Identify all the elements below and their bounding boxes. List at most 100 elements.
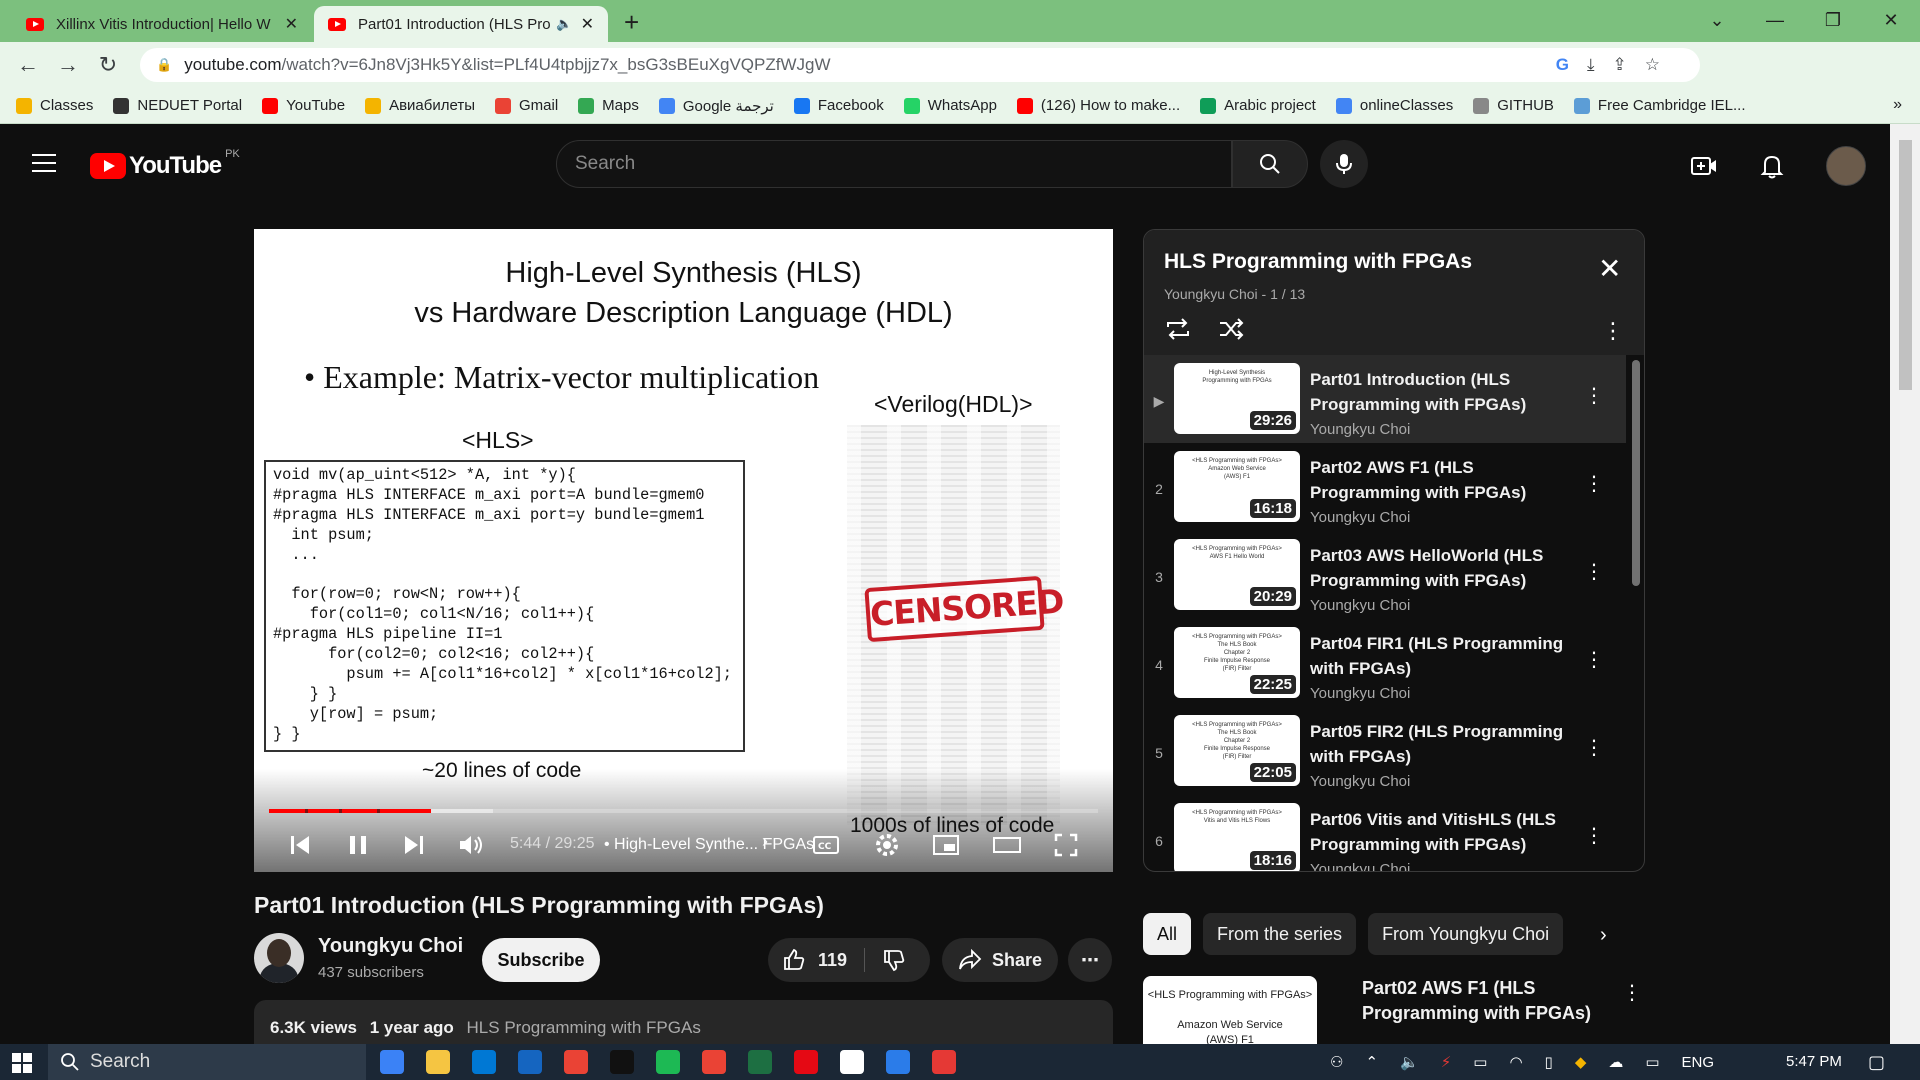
playlist-item-title[interactable]: Part06 Vitis and VitisHLS (HLS Programmi…	[1310, 807, 1570, 857]
bookmark-item[interactable]: Авиабилеты	[365, 97, 475, 114]
bookmark-item[interactable]: onlineClasses	[1335, 97, 1453, 114]
more-actions-button[interactable]: ⋯	[1068, 938, 1112, 982]
share-button[interactable]: Share	[942, 938, 1058, 982]
playlist-item[interactable]: 5 <HLS Programming with FPGAs> The HLS Bo…	[1144, 707, 1626, 795]
filter-chip[interactable]: From Youngkyu Choi	[1368, 913, 1564, 955]
taskbar-app-icon[interactable]	[426, 1050, 450, 1074]
app-tray-icon[interactable]: ⚡	[1441, 1053, 1452, 1071]
playlist-item-thumbnail[interactable]: High-Level Synthesis Programming with FP…	[1174, 363, 1300, 434]
like-count[interactable]: 119	[818, 950, 847, 971]
windows-start-icon[interactable]	[12, 1053, 32, 1073]
fullscreen-icon[interactable]	[1054, 833, 1078, 857]
volume-icon[interactable]	[458, 833, 484, 857]
playlist-item-menu-icon[interactable]: ⋮	[1584, 559, 1604, 584]
chips-next-icon[interactable]: ›	[1600, 924, 1607, 947]
page-scrollbar[interactable]	[1890, 124, 1920, 1044]
clock[interactable]: 5:47 PM	[1786, 1053, 1842, 1070]
language-indicator[interactable]: ENG	[1682, 1054, 1715, 1071]
minimize-button[interactable]: —	[1746, 10, 1804, 31]
subscribe-button[interactable]: Subscribe	[482, 938, 600, 982]
reload-button[interactable]: ↻	[88, 52, 128, 78]
bookmark-item[interactable]: Gmail	[495, 97, 558, 114]
bookmark-item[interactable]: Facebook	[793, 97, 884, 114]
taskbar-app-icon[interactable]	[702, 1050, 726, 1074]
recommended-title[interactable]: Part02 AWS F1 (HLS Programming with FPGA…	[1362, 976, 1602, 1026]
cloud-icon[interactable]: ☁	[1608, 1053, 1623, 1071]
tab-close-icon[interactable]: ✕	[581, 14, 594, 34]
close-playlist-icon[interactable]: ✕	[1598, 252, 1621, 285]
browser-tab-1[interactable]: Xillinx Vitis Introduction| Hello W ✕	[12, 6, 312, 42]
taskbar-app-icon[interactable]	[564, 1050, 588, 1074]
playlist-menu-icon[interactable]: ⋮	[1602, 318, 1624, 344]
taskbar-search-input[interactable]: Search	[48, 1044, 366, 1080]
like-icon[interactable]	[782, 948, 806, 972]
playlist-item-title[interactable]: Part03 AWS HelloWorld (HLS Programming w…	[1310, 543, 1570, 593]
wifi-icon[interactable]: ◠	[1509, 1053, 1522, 1071]
dislike-icon[interactable]	[882, 948, 906, 972]
chapter-chevron-icon[interactable]: ›	[762, 831, 768, 852]
playlist-item-thumbnail[interactable]: <HLS Programming with FPGAs> AWS F1 Hell…	[1174, 539, 1300, 610]
loop-icon[interactable]	[1164, 318, 1192, 340]
bookmarks-overflow-icon[interactable]: »	[1893, 96, 1902, 114]
display-icon[interactable]: ▭	[1645, 1053, 1659, 1071]
playlist-item-title[interactable]: Part02 AWS F1 (HLS Programming with FPGA…	[1310, 455, 1570, 505]
playlist-tag[interactable]: HLS Programming with FPGAs	[467, 1018, 701, 1037]
playlist-item-menu-icon[interactable]: ⋮	[1584, 823, 1604, 848]
taskbar-app-icon[interactable]	[656, 1050, 680, 1074]
bookmark-item[interactable]: Maps	[578, 97, 639, 114]
bookmark-item[interactable]: WhatsApp	[903, 97, 997, 114]
recommended-menu-icon[interactable]: ⋮	[1622, 980, 1642, 1005]
bookmark-item[interactable]: Arabic project	[1200, 97, 1316, 114]
playlist-item[interactable]: 4 <HLS Programming with FPGAs> The HLS Bo…	[1144, 619, 1626, 707]
address-bar[interactable]: 🔒 youtube.com/watch?v=6Jn8Vj3Hk5Y&list=P…	[140, 48, 1700, 82]
playlist-title[interactable]: HLS Programming with FPGAs	[1164, 250, 1472, 274]
channel-name[interactable]: Youngkyu Choi	[318, 935, 463, 958]
page-scroll-thumb[interactable]	[1899, 140, 1912, 390]
taskbar-app-icon[interactable]	[472, 1050, 496, 1074]
close-window-button[interactable]: ✕	[1862, 10, 1920, 31]
taskbar-app-icon[interactable]	[748, 1050, 772, 1074]
search-input[interactable]: Search	[556, 140, 1232, 188]
video-player[interactable]: High-Level Synthesis (HLS) vs Hardware D…	[254, 229, 1113, 872]
taskbar-app-icon[interactable]	[840, 1050, 864, 1074]
next-icon[interactable]	[402, 833, 426, 857]
miniplayer-icon[interactable]	[932, 833, 960, 857]
filter-chip[interactable]: All	[1143, 913, 1192, 955]
phone-link-icon[interactable]: ▯	[1545, 1053, 1553, 1071]
forward-button[interactable]: →	[48, 52, 88, 78]
youtube-logo[interactable]: YouTube PK	[90, 148, 240, 180]
google-lens-icon[interactable]: G	[1556, 55, 1569, 75]
taskbar-app-icon[interactable]	[380, 1050, 404, 1074]
bookmark-item[interactable]: Free Cambridge IEL...	[1573, 97, 1745, 114]
shuffle-icon[interactable]	[1218, 318, 1246, 340]
playlist-item-thumbnail[interactable]: <HLS Programming with FPGAs> Amazon Web …	[1174, 451, 1300, 522]
playlist-item-menu-icon[interactable]: ⋮	[1584, 735, 1604, 760]
playlist-item-menu-icon[interactable]: ⋮	[1584, 647, 1604, 672]
speaker-icon[interactable]: 🔈	[1400, 1053, 1419, 1071]
captions-icon[interactable]: CC	[812, 833, 840, 857]
bookmark-item[interactable]: Google ترجمة	[658, 97, 774, 115]
bookmark-item[interactable]: GITHUB	[1473, 97, 1554, 114]
playlist-item-title[interactable]: Part05 FIR2 (HLS Programming with FPGAs)	[1310, 719, 1570, 769]
playlist-item-menu-icon[interactable]: ⋮	[1584, 383, 1604, 408]
people-icon[interactable]: ⚇	[1330, 1053, 1343, 1071]
tab-close-icon[interactable]: ✕	[285, 14, 298, 34]
create-video-icon[interactable]	[1690, 154, 1718, 178]
search-button[interactable]	[1232, 140, 1308, 188]
tab-search-icon[interactable]: ⌄	[1688, 10, 1746, 31]
playlist-item-thumbnail[interactable]: <HLS Programming with FPGAs> Vitis and V…	[1174, 803, 1300, 871]
tray-overflow-icon[interactable]: ⌃	[1365, 1053, 1378, 1071]
notifications-bell-icon[interactable]	[1760, 153, 1784, 179]
settings-gear-icon[interactable]	[874, 832, 900, 858]
bookmark-item[interactable]: YouTube	[262, 97, 345, 114]
playlist-scrollbar[interactable]	[1632, 360, 1640, 586]
menu-icon[interactable]	[32, 154, 56, 178]
restore-button[interactable]: ❐	[1804, 10, 1862, 31]
playlist-item-title[interactable]: Part01 Introduction (HLS Programming wit…	[1310, 367, 1570, 417]
playlist-item-thumbnail[interactable]: <HLS Programming with FPGAs> The HLS Boo…	[1174, 715, 1300, 786]
taskbar-app-icon[interactable]	[932, 1050, 956, 1074]
bookmark-item[interactable]: NEDUET Portal	[113, 97, 242, 114]
progress-bar[interactable]	[269, 809, 1098, 813]
notifications-icon[interactable]: ▢	[1868, 1052, 1885, 1073]
playlist-item-thumbnail[interactable]: <HLS Programming with FPGAs> The HLS Boo…	[1174, 627, 1300, 698]
